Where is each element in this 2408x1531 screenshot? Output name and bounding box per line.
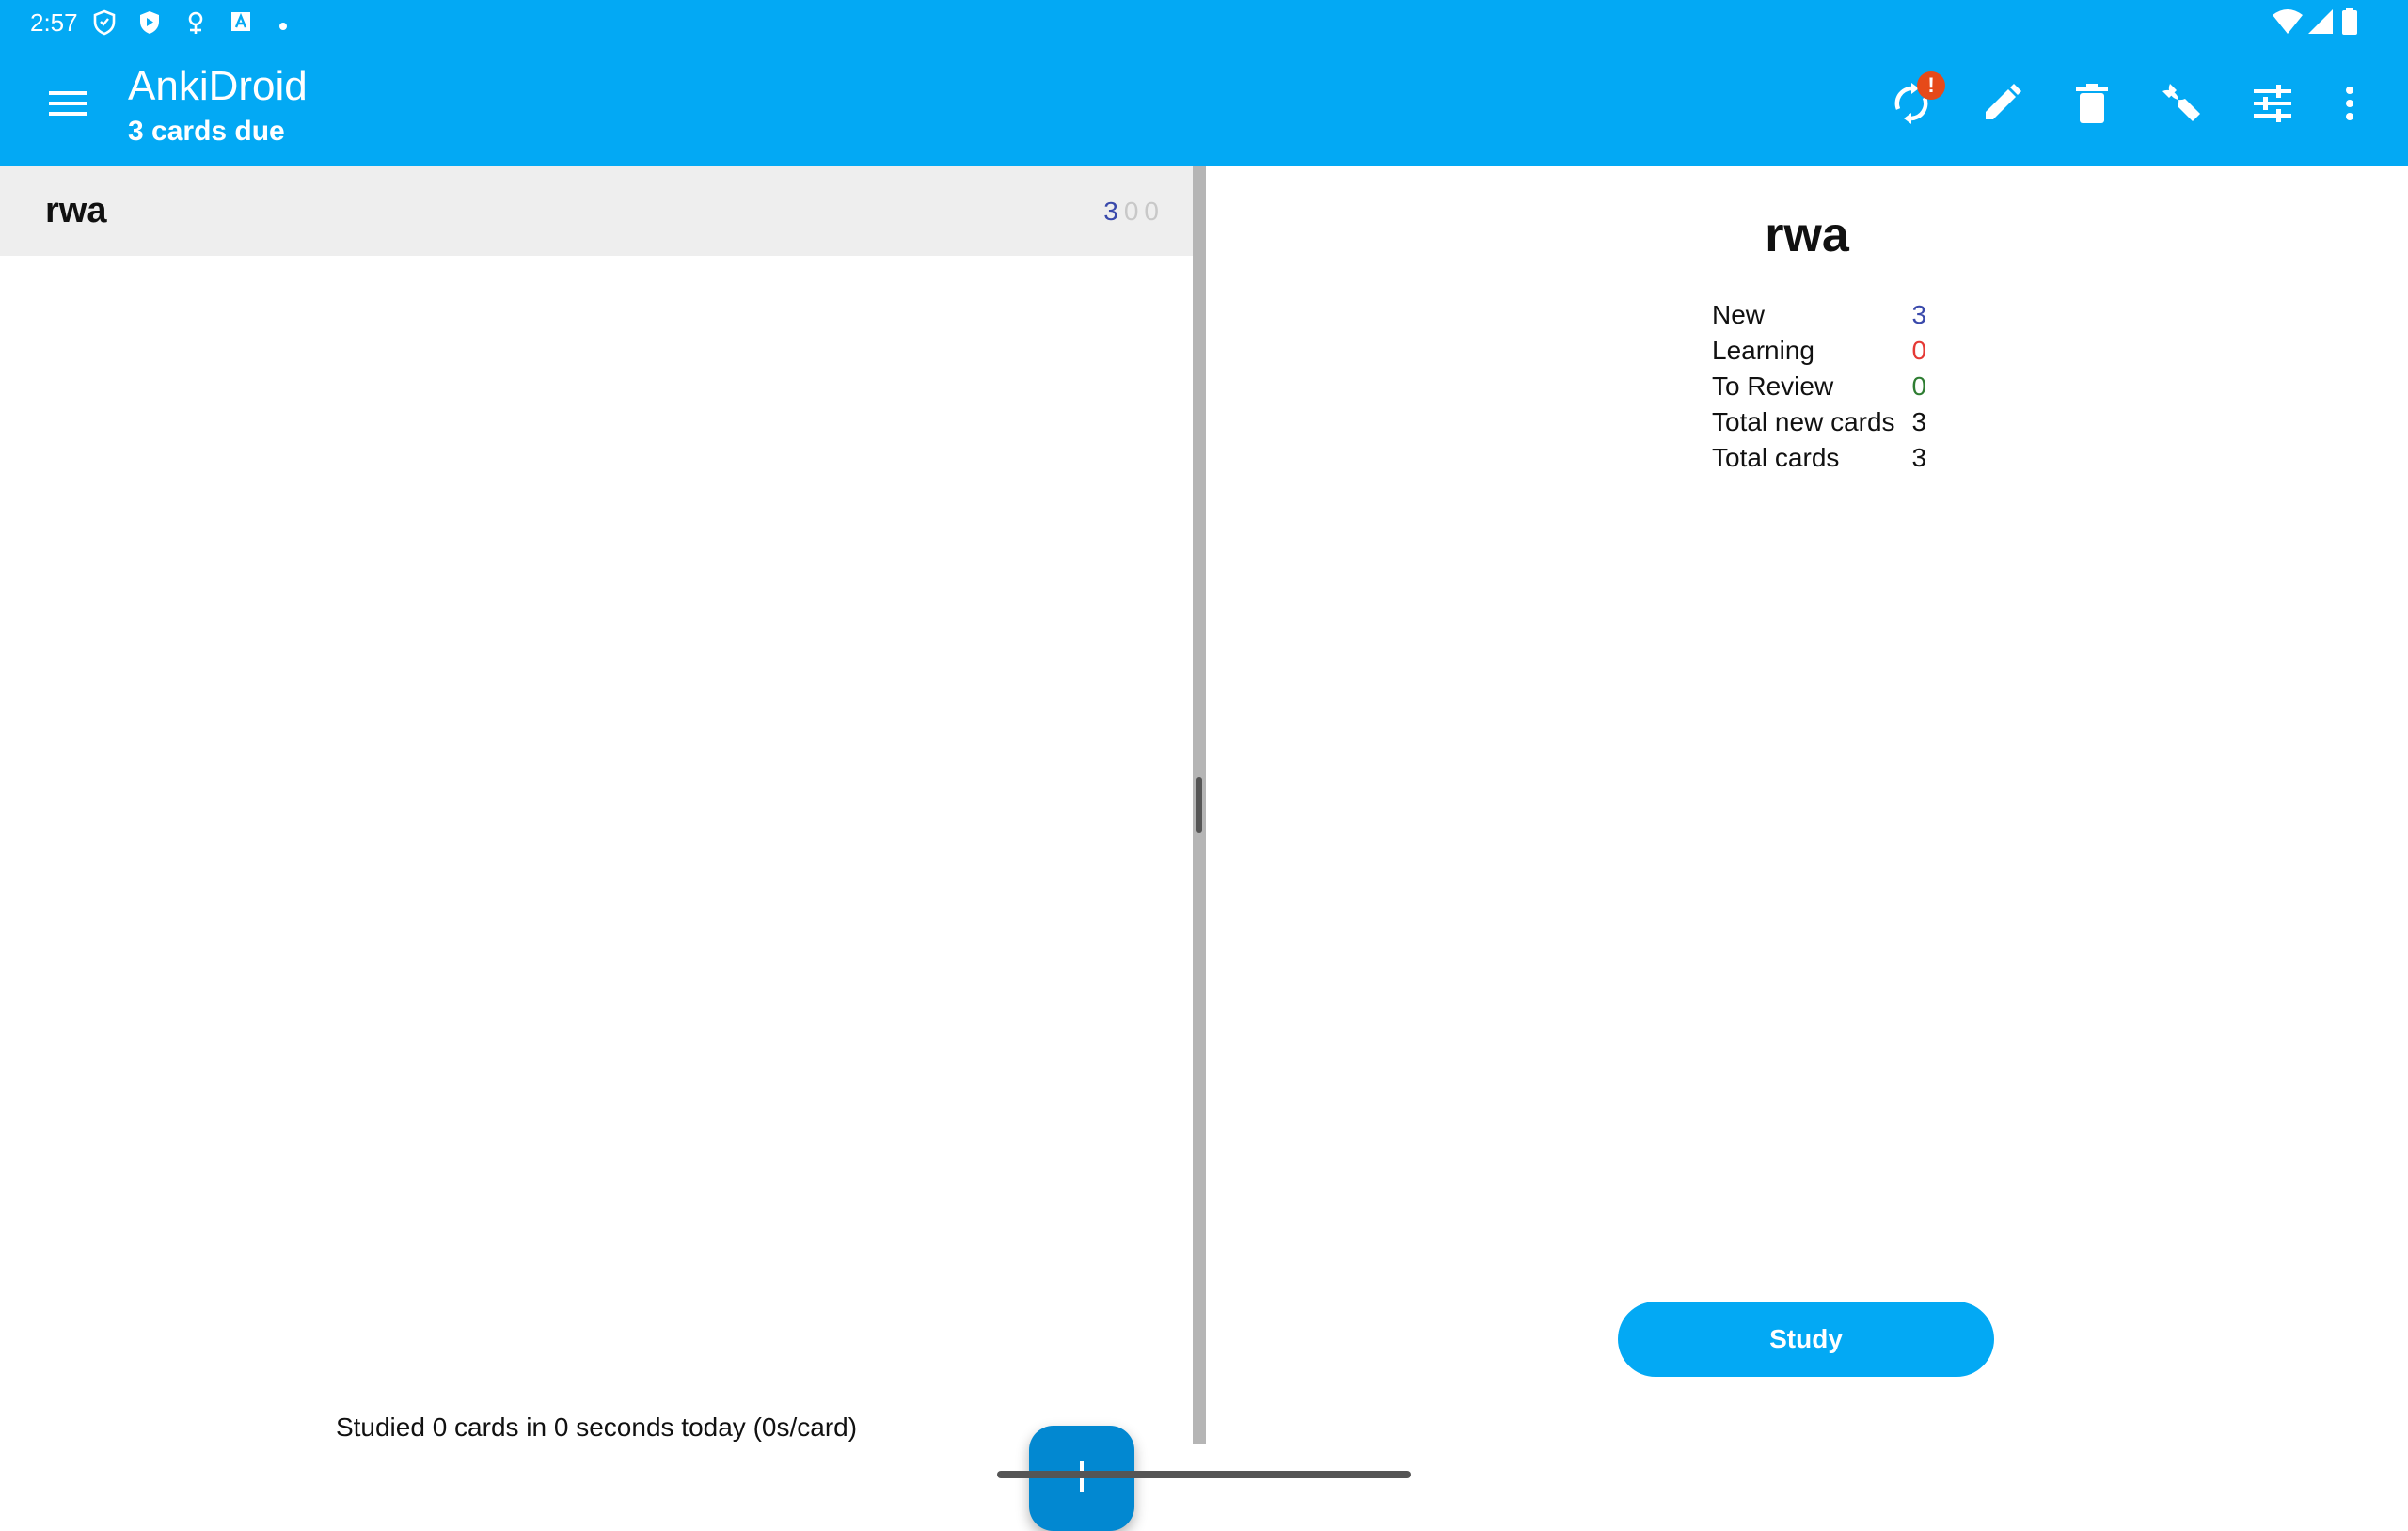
stat-label: To Review: [1712, 371, 1834, 401]
sync-button[interactable]: !: [1874, 71, 1949, 139]
stat-label: Total new cards: [1712, 407, 1895, 436]
cell-signal-icon: [2306, 8, 2335, 40]
deck-new-count: 3: [1103, 197, 1118, 226]
sync-error-badge: !: [1917, 71, 1945, 100]
menu-icon: [49, 89, 87, 122]
study-button[interactable]: Study: [1618, 1302, 1994, 1377]
deck-list-pane: rwa 300: [0, 166, 1193, 1531]
edit-icon: [1982, 83, 2021, 128]
deck-counts: 300: [1098, 196, 1159, 228]
stat-label: New: [1712, 300, 1766, 329]
app-bar: 2:57 AnkiDroid 3 cards due !: [0, 0, 2408, 166]
status-bar: 2:57: [0, 0, 2408, 45]
wrench-button[interactable]: [2145, 71, 2220, 139]
tune-icon: [2254, 84, 2291, 127]
location-pin-icon: [184, 9, 207, 40]
delete-icon: [2076, 83, 2108, 128]
stat-row-new: New 3: [1712, 297, 1926, 333]
wifi-icon: [2271, 8, 2305, 40]
stat-row-learning: Learning 0: [1712, 333, 1926, 369]
deck-name: rwa: [45, 191, 107, 230]
delete-button[interactable]: [2054, 71, 2130, 139]
stat-value: 0: [1911, 371, 1927, 401]
font-a-icon: [230, 9, 252, 39]
more-options-button[interactable]: [2314, 71, 2385, 139]
overview-deck-title: rwa: [1765, 208, 1849, 262]
stat-value: 0: [1911, 336, 1927, 365]
cards-due-subtitle: 3 cards due: [128, 116, 285, 147]
stat-row-review: To Review 0: [1712, 369, 1926, 404]
more-vert-icon: [2345, 86, 2354, 125]
pane-divider[interactable]: [1193, 166, 1206, 1444]
deck-review-count: 0: [1144, 197, 1159, 226]
wrench-icon: [2161, 82, 2204, 130]
stat-row-total-new: Total new cards 3: [1712, 404, 1926, 440]
deck-learning-count: 0: [1123, 197, 1139, 226]
plus-icon: [1067, 1460, 1097, 1496]
edit-button[interactable]: [1964, 71, 2039, 139]
divider-drag-handle[interactable]: [1196, 777, 1202, 833]
notification-dot-icon: [278, 19, 288, 36]
deck-overview-pane: rwa New 3 Learning 0 To Review 0 Total n…: [1206, 166, 2408, 1444]
battery-icon: [2340, 8, 2359, 40]
deck-stats-table: New 3 Learning 0 To Review 0 Total new c…: [1712, 297, 1926, 476]
vpn-shield-icon: [92, 9, 117, 40]
stat-row-total-cards: Total cards 3: [1712, 440, 1926, 476]
stat-value: 3: [1911, 300, 1927, 329]
app-title: AnkiDroid: [128, 63, 308, 109]
shield-play-icon: [137, 9, 162, 40]
stat-label: Learning: [1712, 336, 1814, 365]
options-button[interactable]: [2235, 71, 2310, 139]
navigation-drawer-button[interactable]: [32, 73, 103, 137]
stat-label: Total cards: [1712, 443, 1840, 472]
stat-value: 3: [1911, 407, 1927, 436]
studied-summary: Studied 0 cards in 0 seconds today (0s/c…: [335, 1413, 858, 1442]
status-time: 2:57: [30, 8, 78, 37]
stat-value: 3: [1911, 443, 1927, 472]
gesture-navigation-bar[interactable]: [997, 1471, 1411, 1478]
deck-row[interactable]: rwa 300: [0, 166, 1193, 256]
